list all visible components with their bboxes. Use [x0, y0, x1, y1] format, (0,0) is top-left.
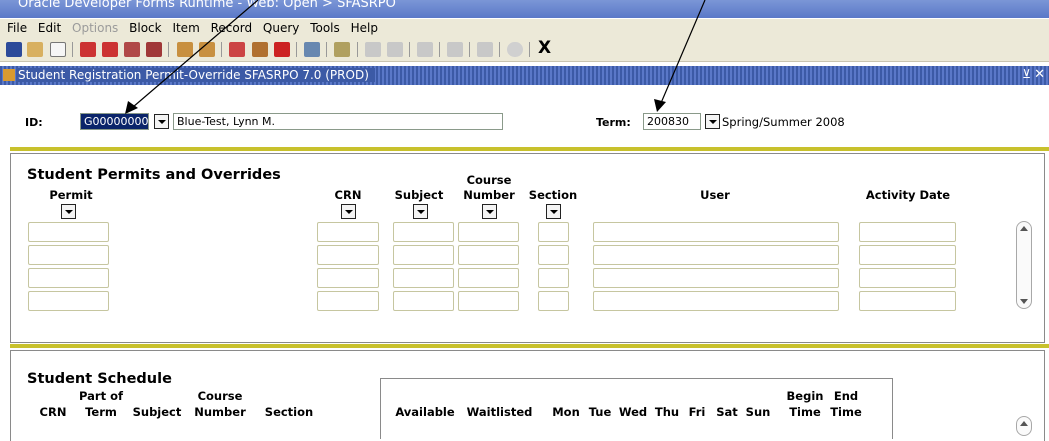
scroll-up-icon[interactable] — [1020, 421, 1028, 426]
user-cell[interactable] — [593, 222, 839, 242]
activity-date-column-header: Activity Date — [865, 188, 951, 202]
subject-cell[interactable] — [393, 222, 454, 242]
course-column-header-line2: Number — [463, 188, 515, 202]
arrow-line-id — [132, 0, 259, 108]
schedule-sat-header: Sat — [716, 405, 738, 419]
schedule-available-header: Available — [395, 405, 455, 419]
permits-heading: Student Permits and Overrides — [27, 167, 281, 183]
crn-search-button[interactable] — [341, 204, 356, 219]
schedule-crn-header: CRN — [39, 405, 67, 419]
schedule-begin-header-line1: Begin — [786, 389, 824, 403]
section-divider — [10, 147, 1049, 151]
permit-cell[interactable] — [28, 245, 109, 265]
activity-date-cell[interactable] — [859, 222, 956, 242]
course-search-button[interactable] — [482, 204, 497, 219]
permit-search-button[interactable] — [61, 204, 76, 219]
schedule-end-header-line2: Time — [830, 405, 862, 419]
permits-scrollbar[interactable] — [1016, 221, 1032, 309]
schedule-mon-header: Mon — [552, 405, 580, 419]
arrow-line-term — [660, 0, 706, 104]
permit-column-header: Permit — [49, 188, 93, 202]
arrow-head-id — [125, 101, 138, 114]
activity-date-cell[interactable] — [859, 268, 956, 288]
user-cell[interactable] — [593, 291, 839, 311]
schedule-subject-header: Subject — [132, 405, 182, 419]
crn-cell[interactable] — [317, 268, 379, 288]
section-column-header: Section — [528, 188, 578, 202]
subject-cell[interactable] — [393, 291, 454, 311]
schedule-waitlisted-header: Waitlisted — [466, 405, 533, 419]
schedule-thu-header: Thu — [654, 405, 680, 419]
subject-column-header: Subject — [394, 188, 444, 202]
activity-date-cell[interactable] — [859, 245, 956, 265]
permit-cell[interactable] — [28, 268, 109, 288]
schedule-begin-header-line2: Time — [789, 405, 821, 419]
course-number-cell[interactable] — [458, 291, 519, 311]
schedule-heading: Student Schedule — [27, 371, 172, 387]
schedule-wed-header: Wed — [618, 405, 648, 419]
crn-column-header: CRN — [334, 188, 362, 202]
subject-search-button[interactable] — [413, 204, 428, 219]
schedule-course-header-line1: Course — [197, 389, 243, 403]
user-column-header: User — [700, 188, 730, 202]
permit-cell[interactable] — [28, 291, 109, 311]
scroll-down-icon[interactable] — [1020, 299, 1028, 304]
scroll-up-icon[interactable] — [1020, 226, 1028, 231]
section-cell[interactable] — [538, 291, 569, 311]
course-number-cell[interactable] — [458, 268, 519, 288]
schedule-fri-header: Fri — [688, 405, 706, 419]
subject-cell[interactable] — [393, 245, 454, 265]
section-search-button[interactable] — [546, 204, 561, 219]
schedule-scrollbar[interactable] — [1016, 416, 1032, 436]
schedule-course-header-line2: Number — [194, 405, 246, 419]
permit-cell[interactable] — [28, 222, 109, 242]
course-column-header-line1: Course — [466, 173, 512, 187]
user-cell[interactable] — [593, 268, 839, 288]
activity-date-cell[interactable] — [859, 291, 956, 311]
schedule-sun-header: Sun — [745, 405, 771, 419]
crn-cell[interactable] — [317, 245, 379, 265]
crn-cell[interactable] — [317, 222, 379, 242]
section-cell[interactable] — [538, 268, 569, 288]
course-number-cell[interactable] — [458, 222, 519, 242]
user-cell[interactable] — [593, 245, 839, 265]
subject-cell[interactable] — [393, 268, 454, 288]
section-cell[interactable] — [538, 222, 569, 242]
schedule-section-header: Section — [264, 405, 314, 419]
crn-cell[interactable] — [317, 291, 379, 311]
arrow-head-term — [654, 99, 666, 112]
schedule-part-header-line2: Term — [85, 405, 117, 419]
section-cell[interactable] — [538, 245, 569, 265]
schedule-end-header-line1: End — [833, 389, 859, 403]
section-divider — [10, 344, 1049, 348]
course-number-cell[interactable] — [458, 245, 519, 265]
schedule-part-header-line1: Part of — [79, 389, 123, 403]
schedule-tue-header: Tue — [588, 405, 612, 419]
